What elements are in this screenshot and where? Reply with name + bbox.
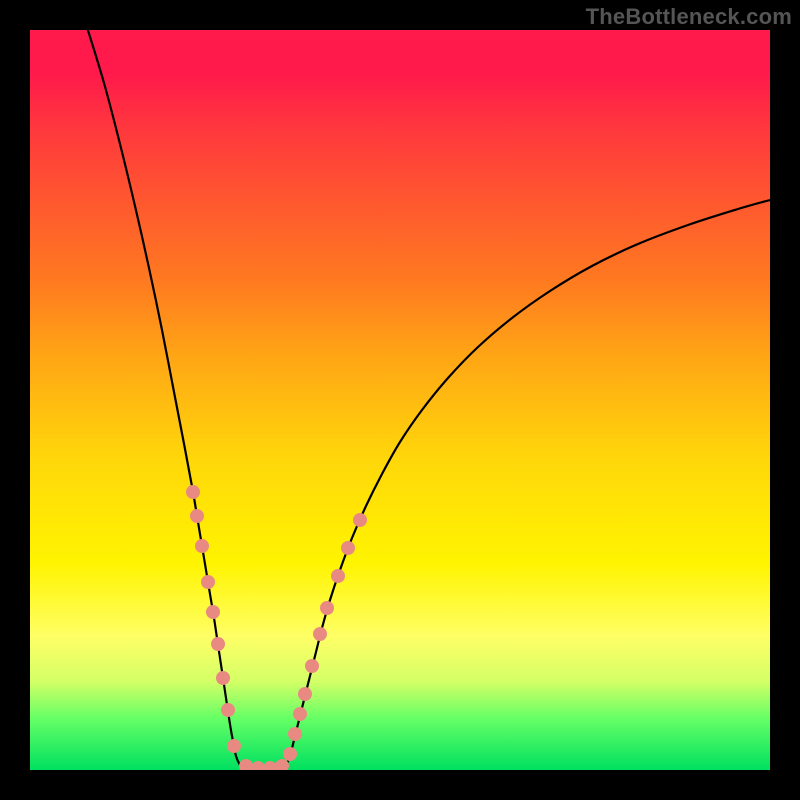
marker-dot	[313, 627, 327, 641]
marker-dot	[353, 513, 367, 527]
marker-dot	[331, 569, 345, 583]
plot-area	[30, 30, 770, 770]
marker-dot	[221, 703, 235, 717]
marker-dot	[239, 759, 253, 770]
marker-dot	[216, 671, 230, 685]
marker-dot	[341, 541, 355, 555]
marker-dot	[305, 659, 319, 673]
marker-dot	[293, 707, 307, 721]
markers-group	[186, 485, 367, 770]
marker-dot	[283, 747, 297, 761]
marker-dot	[263, 761, 277, 770]
marker-dot	[275, 759, 289, 770]
marker-dot	[298, 687, 312, 701]
marker-dot	[320, 601, 334, 615]
curve-left	[86, 30, 240, 765]
chart-frame: TheBottleneck.com	[0, 0, 800, 800]
marker-dot	[288, 727, 302, 741]
marker-dot	[190, 509, 204, 523]
marker-dot	[251, 761, 265, 770]
curve-right	[286, 200, 770, 765]
curve-svg	[30, 30, 770, 770]
marker-dot	[201, 575, 215, 589]
marker-dot	[186, 485, 200, 499]
watermark-text: TheBottleneck.com	[586, 4, 792, 30]
marker-dot	[227, 739, 241, 753]
marker-dot	[195, 539, 209, 553]
marker-dot	[211, 637, 225, 651]
marker-dot	[206, 605, 220, 619]
